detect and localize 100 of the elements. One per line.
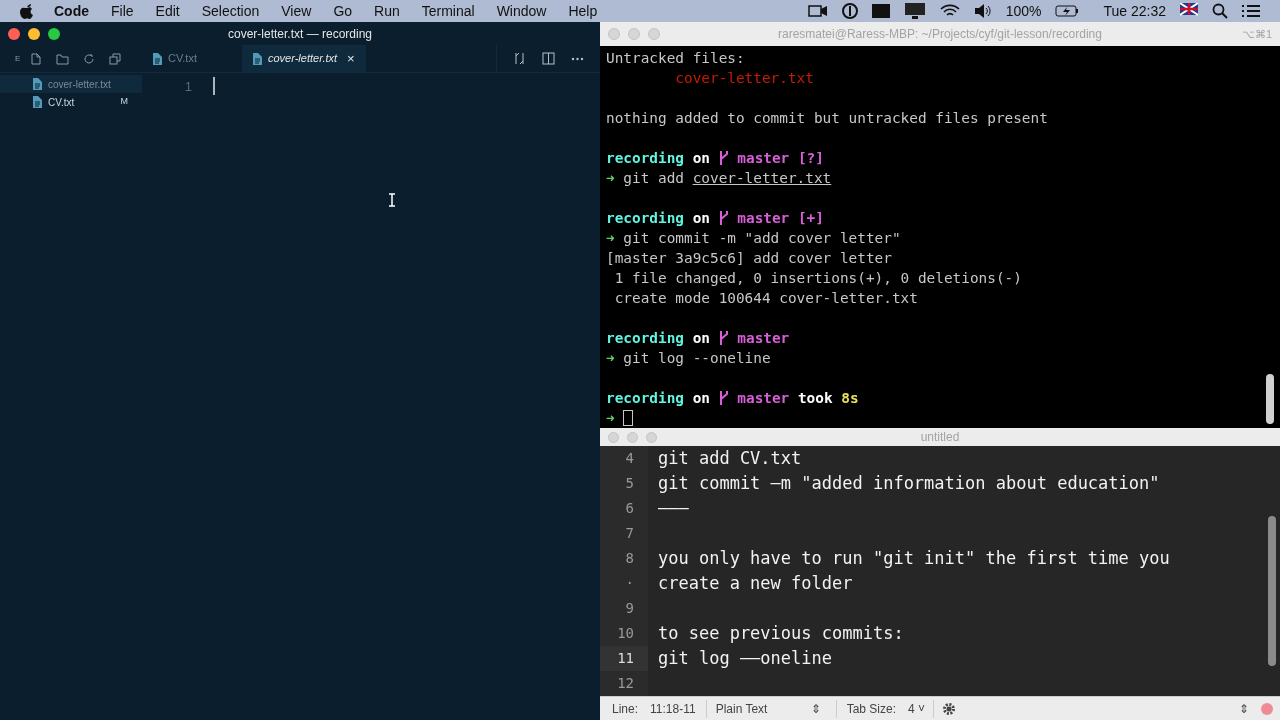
line-number: 12: [600, 671, 648, 696]
line-number: 4: [600, 446, 648, 471]
line-number: 8: [600, 546, 648, 571]
search-icon[interactable]: [1212, 3, 1228, 19]
monitor-icon[interactable]: [903, 2, 926, 20]
menu-item[interactable]: Window: [496, 0, 547, 22]
explorer-item[interactable]: CV.txt M: [0, 93, 142, 111]
window-title: cover-letter.txt — recording: [227, 25, 373, 43]
line-number: 5: [600, 471, 648, 496]
text-line: create a new folder: [657, 571, 853, 595]
collapse-icon[interactable]: [109, 52, 122, 65]
branch-icon: [718, 330, 729, 346]
updown-icon[interactable]: ⇕: [1239, 700, 1249, 718]
more-icon[interactable]: [571, 56, 584, 61]
close-tab-icon[interactable]: ×: [347, 48, 355, 69]
file-icon: [152, 52, 162, 65]
text-line: git commit —m "added information about education": [657, 471, 1160, 495]
line-number: 10: [600, 621, 648, 646]
terminal-text: git log --oneline: [623, 349, 771, 368]
terminal-text: git commit -m "add cover letter": [623, 229, 901, 248]
new-file-icon[interactable]: [30, 52, 43, 65]
menu-item[interactable]: File: [111, 0, 134, 22]
battery-icon[interactable]: [1055, 5, 1080, 17]
list-icon[interactable]: [1242, 4, 1260, 18]
terminal-text: took: [796, 389, 834, 408]
terminal-text: master: [736, 389, 790, 408]
terminal-text: git add: [623, 169, 685, 188]
menu-item[interactable]: Edit: [155, 0, 180, 22]
line-number: 6: [600, 496, 648, 521]
terminal-text: master [?]: [736, 149, 824, 168]
window-title: untitled: [920, 429, 960, 446]
zoom-button[interactable]: [48, 27, 60, 40]
tab-size-selector[interactable]: 4 ˅: [908, 700, 934, 718]
text-line: git log ——oneline: [657, 646, 832, 670]
app-menu[interactable]: Code: [54, 0, 89, 22]
branch-icon: [718, 390, 729, 406]
terminal-text: on: [691, 389, 711, 408]
syntax-selector[interactable]: Plain Text ⇕: [706, 700, 837, 718]
gear-icon[interactable]: [942, 702, 956, 716]
terminal-text: cover-letter.txt: [674, 69, 814, 88]
terminal-text: [master 3a9c5c6] add cover letter: [606, 249, 892, 268]
terminal-text: recording: [606, 209, 684, 228]
tab-label: cover-letter.txt: [268, 51, 338, 67]
i-beam-cursor-icon: [388, 193, 396, 207]
terminal-text: on: [691, 329, 711, 348]
terminal-text: recording: [606, 389, 684, 408]
flag-icon[interactable]: [1180, 3, 1198, 19]
menu-item[interactable]: Run: [374, 0, 400, 22]
record-indicator: [1261, 703, 1273, 715]
explorer-item-label: CV.txt: [48, 95, 75, 110]
camera-icon[interactable]: [807, 4, 828, 18]
terminal-text: ➜: [606, 229, 616, 248]
menu-item[interactable]: Help: [568, 0, 598, 22]
text-line: git add CV.txt: [657, 446, 802, 470]
apple-icon[interactable]: [20, 3, 34, 19]
wifi-icon[interactable]: [939, 4, 960, 18]
menu-item[interactable]: View: [281, 0, 312, 22]
modified-label: M: [120, 95, 128, 109]
branch-icon: [718, 150, 729, 166]
line-position: 11:18-11: [650, 700, 707, 718]
line-number: ·: [600, 571, 648, 596]
terminal-text: cover-letter.txt: [692, 169, 832, 188]
editor-tab[interactable]: CV.txt: [142, 45, 242, 72]
file-icon: [252, 52, 262, 65]
split-editor-icon[interactable]: [542, 52, 555, 65]
terminal-text: ➜: [606, 409, 616, 428]
close-button[interactable]: [8, 27, 20, 40]
explorer-item[interactable]: cover-letter.txt: [0, 75, 142, 93]
terminal-text: on: [691, 209, 711, 228]
file-icon: [32, 96, 42, 108]
compare-icon[interactable]: [513, 52, 526, 65]
line-label: Line:: [612, 701, 639, 718]
scrollbar[interactable]: [1266, 374, 1274, 424]
refresh-icon[interactable]: [83, 52, 96, 65]
editor-tab[interactable]: cover-letter.txt ×: [242, 45, 366, 72]
terminal-text: recording: [606, 329, 684, 348]
line-number: 1: [183, 78, 192, 96]
terminal-text: recording: [606, 149, 684, 168]
window-icon[interactable]: [871, 4, 890, 18]
terminal-text: ➜: [606, 169, 616, 188]
text-line: to see previous commits:: [657, 621, 904, 645]
terminal-text: master [+]: [736, 209, 824, 228]
menu-item[interactable]: Selection: [201, 0, 260, 22]
text-cursor: [213, 77, 215, 95]
new-folder-icon[interactable]: [56, 52, 70, 65]
power-icon[interactable]: [841, 3, 858, 19]
terminal-text: master: [736, 329, 790, 348]
scrollbar[interactable]: [1268, 516, 1276, 666]
terminal-text: Untracked files:: [606, 49, 745, 68]
terminal-text: 8s: [841, 389, 859, 408]
line-number: 9: [600, 596, 648, 621]
volume-icon[interactable]: [973, 4, 992, 18]
terminal-text: ➜: [606, 349, 616, 368]
terminal-text: create mode 100644 cover-letter.txt: [613, 289, 918, 308]
menu-item[interactable]: Terminal: [421, 0, 475, 22]
menu-item[interactable]: Go: [333, 0, 353, 22]
explorer-label: E: [15, 52, 21, 65]
branch-icon: [718, 210, 729, 226]
minimize-button[interactable]: [28, 27, 40, 40]
file-icon: [32, 78, 42, 90]
